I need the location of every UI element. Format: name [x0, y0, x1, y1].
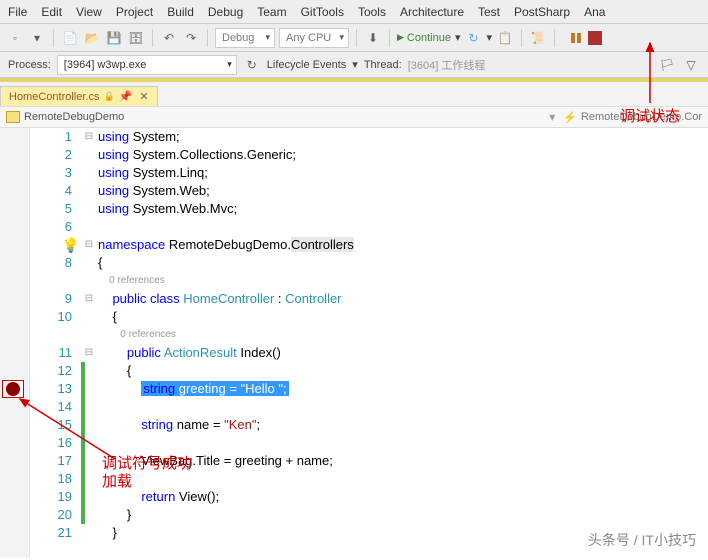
menu-bar: File Edit View Project Build Debug Team GitTool… — [0, 0, 708, 24]
config-combo[interactable]: Debug — [215, 28, 275, 48]
menu-project[interactable]: Project — [116, 5, 153, 19]
continue-button[interactable]: Continue — [397, 32, 451, 44]
undo-icon[interactable]: ↶ — [160, 29, 178, 47]
project-combo[interactable]: RemoteDebugDemo — [6, 111, 541, 123]
menu-debug[interactable]: Debug — [208, 5, 243, 19]
pause-button[interactable] — [568, 31, 584, 45]
process-combo[interactable]: [3964] w3wp.exe — [57, 55, 237, 75]
lightning-icon: ⚡ — [563, 111, 577, 124]
menu-test[interactable]: Test — [478, 5, 500, 19]
menu-architecture[interactable]: Architecture — [400, 5, 464, 19]
nav-back-icon[interactable]: ◦ — [6, 29, 24, 47]
nav-fwd-icon[interactable]: ▾ — [28, 29, 46, 47]
thread-value: [3604] 工作线程 — [408, 57, 486, 73]
menu-tools[interactable]: Tools — [358, 5, 386, 19]
open-icon[interactable]: 📂 — [83, 29, 101, 47]
menu-postsharp[interactable]: PostSharp — [514, 5, 570, 19]
flag-icon[interactable]: 🏳 — [658, 56, 676, 74]
refresh-icon[interactable]: ↻ — [465, 29, 483, 47]
lightbulb-icon[interactable]: 💡 — [62, 237, 76, 251]
cycle-icon[interactable]: ↻ — [243, 56, 261, 74]
attach-icon[interactable]: ⬇ — [364, 29, 382, 47]
thread-label: Thread: — [364, 59, 402, 71]
file-tab[interactable]: HomeController.cs 🔒 📌 ✕ — [0, 86, 158, 106]
breakpoint[interactable] — [6, 382, 20, 396]
menu-view[interactable]: View — [76, 5, 102, 19]
save-all-icon[interactable]: 🗄 — [127, 29, 145, 47]
line-numbers: 123456789101112131415161718192021 — [30, 128, 80, 558]
script-icon[interactable]: 📜 — [529, 29, 547, 47]
platform-combo[interactable]: Any CPU — [279, 28, 349, 48]
tab-filename: HomeController.cs — [9, 91, 99, 103]
lifecycle-label[interactable]: Lifecycle Events — [267, 59, 346, 71]
type-combo[interactable]: ⚡ RemoteDebugDemo.Cor — [563, 111, 702, 124]
main-toolbar: ◦ ▾ 📄 📂 💾 🗄 ↶ ↷ Debug Any CPU ⬇ Continue… — [0, 24, 708, 52]
nav-bar: RemoteDebugDemo ▾ ⚡ RemoteDebugDemo.Cor — [0, 106, 708, 128]
menu-file[interactable]: File — [8, 5, 27, 19]
menu-edit[interactable]: Edit — [41, 5, 62, 19]
debug-process-bar: Process: [3964] w3wp.exe ↻ Lifecycle Eve… — [0, 52, 708, 78]
document-tabs: HomeController.cs 🔒 📌 ✕ — [0, 82, 708, 106]
menu-ana[interactable]: Ana — [584, 5, 605, 19]
menu-team[interactable]: Team — [257, 5, 286, 19]
breakpoint-margin[interactable] — [0, 128, 30, 558]
pin-icon[interactable]: 📌 — [119, 90, 133, 103]
menu-gittools[interactable]: GitTools — [301, 5, 344, 19]
stop-button[interactable] — [588, 31, 602, 45]
csproj-icon — [6, 111, 20, 123]
new-file-icon[interactable]: 📄 — [61, 29, 79, 47]
filter-icon[interactable]: ▽ — [682, 56, 700, 74]
lock-icon: 🔒 — [103, 91, 114, 102]
browser-icon[interactable]: 📋 — [496, 29, 514, 47]
close-icon[interactable]: ✕ — [139, 90, 148, 103]
process-label: Process: — [8, 59, 51, 71]
menu-build[interactable]: Build — [167, 5, 194, 19]
save-icon[interactable]: 💾 — [105, 29, 123, 47]
code-editor[interactable]: 123456789101112131415161718192021 ⊟⊟⊟⊟ u… — [0, 128, 708, 558]
code-area[interactable]: using System;using System.Collections.Ge… — [98, 128, 708, 558]
watermark: 头条号 / IT小技巧 — [588, 530, 696, 550]
redo-icon[interactable]: ↷ — [182, 29, 200, 47]
